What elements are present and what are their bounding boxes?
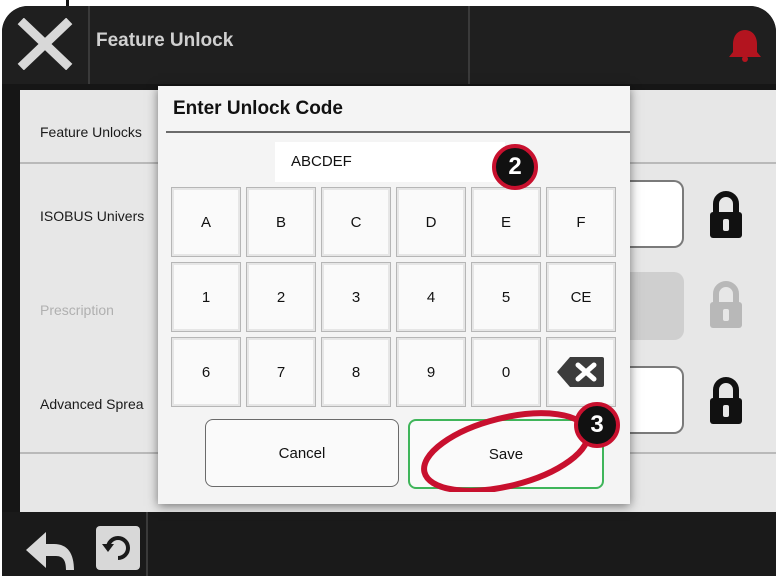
key-1[interactable]: 1 <box>171 262 241 332</box>
key-ce[interactable]: CE <box>546 262 616 332</box>
key-3[interactable]: 3 <box>321 262 391 332</box>
key-4[interactable]: 4 <box>396 262 466 332</box>
dialog-title: Enter Unlock Code <box>173 98 343 119</box>
title-divider <box>88 6 90 84</box>
save-highlight-ellipse <box>421 410 591 492</box>
dialog-title-divider <box>166 131 630 133</box>
callout-3: 3 <box>574 402 620 448</box>
key-b[interactable]: B <box>246 187 316 257</box>
close-button[interactable] <box>16 17 74 71</box>
feature-row-advanced-spread: Advanced Sprea <box>40 396 144 412</box>
title-bar: Feature Unlock <box>2 6 776 84</box>
key-2[interactable]: 2 <box>246 262 316 332</box>
key-0[interactable]: 0 <box>471 337 541 407</box>
reset-icon[interactable] <box>92 522 144 574</box>
key-backspace[interactable] <box>546 337 616 407</box>
alert-icon[interactable] <box>725 28 765 62</box>
lock-icon <box>710 377 742 424</box>
key-c[interactable]: C <box>321 187 391 257</box>
back-arrow-icon[interactable] <box>24 528 76 572</box>
backspace-icon <box>557 357 604 387</box>
feature-row-isobus: ISOBUS Univers <box>40 208 145 224</box>
key-9[interactable]: 9 <box>396 337 466 407</box>
page-title: Feature Unlock <box>96 30 234 51</box>
feature-row-prescription: Prescription <box>40 302 114 318</box>
alert-bell-icon <box>729 30 761 62</box>
callout-2: 2 <box>492 144 538 190</box>
key-f[interactable]: F <box>546 187 616 257</box>
advanced-spread-code-field[interactable] <box>626 366 684 434</box>
close-x-icon <box>17 17 73 71</box>
bottom-toolbar <box>2 512 776 576</box>
key-8[interactable]: 8 <box>321 337 391 407</box>
key-5[interactable]: 5 <box>471 262 541 332</box>
key-7[interactable]: 7 <box>246 337 316 407</box>
title-divider-right <box>468 6 470 84</box>
key-a[interactable]: A <box>171 187 241 257</box>
feature-unlocks-heading: Feature Unlocks <box>40 124 142 140</box>
key-6[interactable]: 6 <box>171 337 241 407</box>
lock-icon <box>710 191 742 238</box>
key-e[interactable]: E <box>471 187 541 257</box>
unlock-code-input[interactable]: ABCDEF <box>275 142 505 182</box>
key-d[interactable]: D <box>396 187 466 257</box>
toolbar-divider <box>146 512 148 576</box>
prescription-code-field <box>626 272 684 340</box>
isobus-code-field[interactable] <box>626 180 684 248</box>
cancel-button[interactable]: Cancel <box>205 419 399 487</box>
lock-icon-disabled <box>710 281 742 328</box>
